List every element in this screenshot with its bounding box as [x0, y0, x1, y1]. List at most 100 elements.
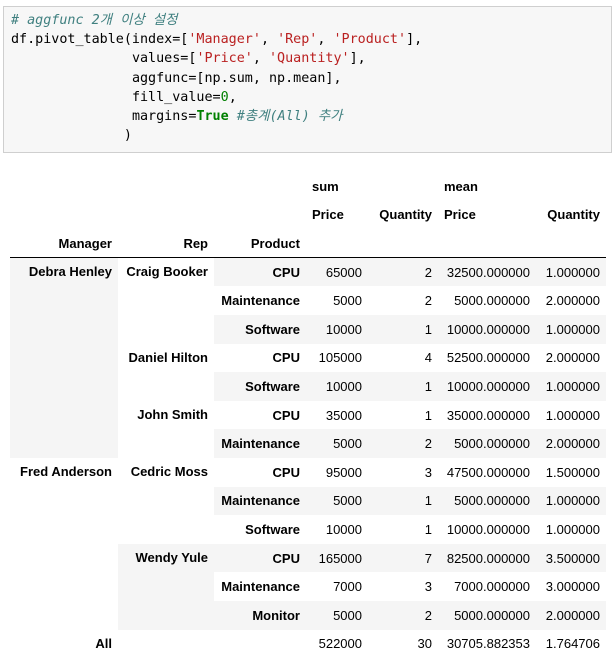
- mean-quantity-cell: 2.000000: [536, 600, 606, 630]
- mean-price-cell: 30705.882353: [446, 636, 530, 652]
- sum-quantity-cell: 7: [368, 543, 438, 573]
- mean-price-cell: 82500.000000: [438, 543, 536, 573]
- sum-price-cell: 65000: [306, 257, 368, 287]
- header-mean: mean: [444, 178, 478, 194]
- mean-quantity-cell: 2.000000: [545, 350, 600, 366]
- sum-quantity-cell: 2: [368, 257, 438, 287]
- product-cell: Software: [214, 372, 306, 401]
- index-name-manager: Manager: [10, 229, 118, 259]
- mean-price-cell: 5000.000000: [438, 600, 536, 630]
- mean-quantity-cell: 2.000000: [536, 429, 606, 458]
- rep-cell: Daniel Hilton: [128, 349, 208, 365]
- pivot-table-output: sum mean Price Quantity Price Quantity M…: [10, 172, 606, 658]
- mean-price-cell: 52500.000000: [446, 350, 530, 366]
- product-cell: CPU: [272, 350, 300, 366]
- mean-price-cell: 5000.000000: [438, 486, 536, 516]
- mean-quantity-cell: 1.000000: [536, 257, 606, 287]
- sum-price-cell: 35000: [325, 407, 362, 423]
- header-sum-quantity: Quantity: [379, 207, 432, 223]
- mean-quantity-cell: 1.000000: [536, 372, 606, 401]
- code-line-pivot-call: df.pivot_table(index=['Manager', 'Rep', …: [11, 32, 423, 48]
- code-line-margins: margins=True #총계(All) 추가: [131, 109, 343, 125]
- sum-quantity-cell: 3: [424, 579, 432, 595]
- product-cell: Software: [245, 521, 300, 537]
- code-line-values: values=['Price', 'Quantity'],: [131, 51, 366, 67]
- header-row-values: Price Quantity Price Quantity: [10, 201, 606, 230]
- code-line-close: ): [123, 128, 132, 144]
- sum-quantity-cell: 1: [368, 314, 438, 344]
- mean-quantity-cell: 1.000000: [545, 521, 600, 537]
- mean-quantity-cell: 3.000000: [545, 579, 600, 595]
- sum-quantity-cell: 2: [368, 600, 438, 630]
- sum-price-cell: 105000: [318, 350, 362, 366]
- mean-price-cell: 35000.000000: [446, 407, 530, 423]
- sum-price-cell: 165000: [306, 543, 368, 573]
- table-row: Fred Anderson Cedric Moss CPU 95000 3 47…: [10, 458, 606, 487]
- sum-quantity-cell: 30: [417, 636, 432, 652]
- mean-price-cell: 5000.000000: [438, 429, 536, 458]
- mean-price-cell: 10000.000000: [438, 372, 536, 401]
- rep-cell: John Smith: [137, 406, 208, 422]
- header-mean-quantity: Quantity: [547, 207, 600, 223]
- sum-quantity-cell: 1: [424, 407, 432, 423]
- sum-price-cell: 95000: [325, 464, 362, 480]
- manager-cell: Debra Henley: [10, 257, 118, 458]
- header-sum: sum: [312, 178, 339, 194]
- sum-quantity-cell: 1: [368, 372, 438, 401]
- sum-price-cell: 5000: [333, 293, 362, 309]
- manager-cell-all: All: [95, 635, 112, 651]
- mean-price-cell: 7000.000000: [454, 579, 530, 595]
- sum-quantity-cell: 1: [424, 521, 432, 537]
- mean-quantity-cell: 3.500000: [536, 543, 606, 573]
- table-row-total: All 522000 30 30705.882353 1.764706: [10, 630, 606, 659]
- mean-quantity-cell: 1.000000: [536, 486, 606, 516]
- product-cell: Maintenance: [221, 293, 300, 309]
- sum-price-cell: 5000: [306, 486, 368, 516]
- rep-cell: Cedric Moss: [130, 463, 208, 479]
- sum-price-cell: 522000: [318, 636, 362, 652]
- mean-quantity-cell: 1.500000: [545, 464, 600, 480]
- sum-price-cell: 7000: [333, 579, 362, 595]
- mean-price-cell: 10000.000000: [446, 521, 530, 537]
- header-row-index-names: Manager Rep Product: [10, 229, 606, 259]
- index-name-rep: Rep: [118, 229, 214, 259]
- code-line-fill-value: fill_value=0,: [131, 89, 237, 105]
- code-line-aggfunc: aggfunc=[np.sum, np.mean],: [131, 70, 342, 86]
- sum-price-cell: 5000: [306, 429, 368, 458]
- product-cell: CPU: [214, 543, 306, 573]
- product-cell: Monitor: [214, 600, 306, 630]
- product-cell: Maintenance: [214, 486, 306, 516]
- code-cell-input[interactable]: # aggfunc 2개 이상 설정 df.pivot_table(index=…: [3, 6, 612, 153]
- header-sum-price: Price: [312, 207, 344, 223]
- rep-cell: Wendy Yule: [118, 543, 214, 630]
- manager-cell: Fred Anderson: [20, 463, 112, 479]
- sum-price-cell: 10000: [306, 372, 368, 401]
- product-cell: CPU: [272, 407, 300, 423]
- mean-price-cell: 32500.000000: [438, 257, 536, 287]
- index-name-product: Product: [214, 229, 306, 259]
- mean-quantity-cell: 1.000000: [545, 407, 600, 423]
- table-row: Debra Henley Craig Booker CPU 65000 2 32…: [10, 257, 606, 458]
- mean-quantity-cell: 2.000000: [545, 293, 600, 309]
- mean-price-cell: 5000.000000: [454, 293, 530, 309]
- sum-quantity-cell: 2: [368, 429, 438, 458]
- sum-quantity-cell: 2: [424, 293, 432, 309]
- sum-price-cell: 10000: [306, 314, 368, 344]
- mean-price-cell: 10000.000000: [438, 314, 536, 344]
- product-cell: CPU: [214, 257, 306, 287]
- sum-price-cell: 10000: [325, 521, 362, 537]
- product-cell: CPU: [272, 464, 300, 480]
- code-comment-line: # aggfunc 2개 이상 설정: [11, 13, 178, 28]
- mean-quantity-cell: 1.764706: [545, 636, 600, 652]
- header-row-agg: sum mean: [10, 172, 606, 201]
- product-cell: Maintenance: [214, 429, 306, 458]
- sum-price-cell: 5000: [306, 600, 368, 630]
- mean-quantity-cell: 1.000000: [536, 314, 606, 344]
- product-cell: Maintenance: [221, 579, 300, 595]
- mean-price-cell: 47500.000000: [446, 464, 530, 480]
- sum-quantity-cell: 1: [368, 486, 438, 516]
- rep-cell: Craig Booker: [126, 264, 208, 280]
- product-cell: Software: [214, 314, 306, 344]
- sum-quantity-cell: 3: [424, 464, 432, 480]
- sum-quantity-cell: 4: [424, 350, 432, 366]
